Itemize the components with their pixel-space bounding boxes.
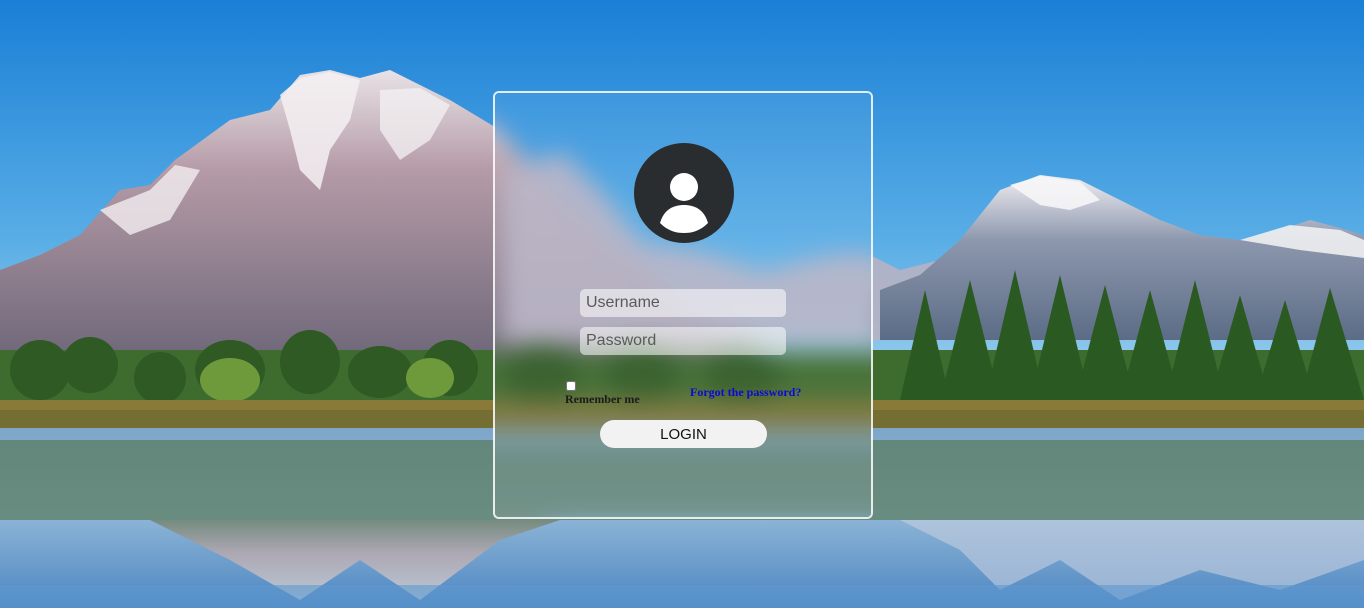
password-input[interactable] <box>580 327 786 355</box>
remember-me-checkbox[interactable] <box>566 381 576 391</box>
login-button[interactable]: LOGIN <box>600 420 767 448</box>
remember-me-label: Remember me <box>565 392 640 406</box>
login-card: Remember me Forgot the password? LOGIN <box>493 91 873 519</box>
username-input[interactable] <box>580 289 786 317</box>
forgot-password-link[interactable]: Forgot the password? <box>690 385 801 400</box>
user-circle-icon <box>634 143 734 243</box>
